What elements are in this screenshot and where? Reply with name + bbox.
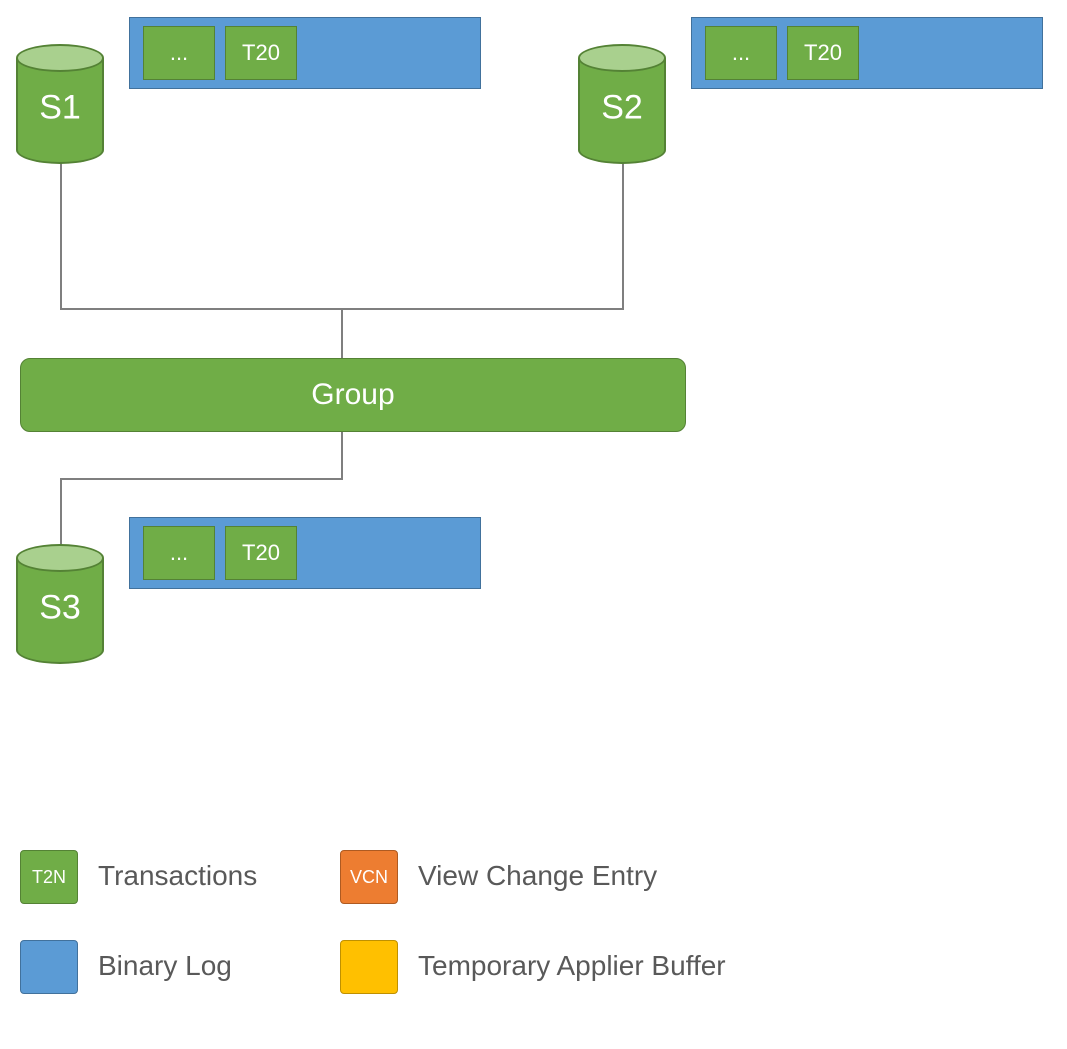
- legend-label-view-change: View Change Entry: [418, 860, 657, 892]
- tx-label: ...: [732, 40, 750, 66]
- legend-swatch-binary-log: [20, 940, 78, 994]
- connector: [60, 478, 62, 548]
- connector: [60, 160, 62, 310]
- legend-swatch-transactions: T2N: [20, 850, 78, 904]
- tx-label: T20: [804, 40, 842, 66]
- transaction-block: ...: [705, 26, 777, 80]
- transaction-block: ...: [143, 526, 215, 580]
- legend-label-applier-buffer: Temporary Applier Buffer: [418, 950, 726, 982]
- group-box: Group: [20, 358, 686, 432]
- transaction-block: T20: [225, 526, 297, 580]
- server-label: S2: [578, 88, 666, 127]
- tx-label: ...: [170, 540, 188, 566]
- connector: [341, 308, 343, 360]
- transaction-block: T20: [225, 26, 297, 80]
- connector: [341, 430, 343, 480]
- tx-label: T20: [242, 40, 280, 66]
- group-label: Group: [311, 378, 394, 412]
- diagram-stage: ... T20 S1 ... T20 S2 Group ... T20 S3 T…: [0, 0, 1067, 1049]
- legend-label-binary-log: Binary Log: [98, 950, 232, 982]
- server-s3: S3: [16, 544, 104, 664]
- legend-swatch-applier-buffer: [340, 940, 398, 994]
- legend-code: T2N: [32, 867, 66, 888]
- connector: [60, 478, 343, 480]
- tx-label: T20: [242, 540, 280, 566]
- legend-label-transactions: Transactions: [98, 860, 257, 892]
- transaction-block: ...: [143, 26, 215, 80]
- legend-code: VCN: [350, 867, 388, 888]
- server-s1: S1: [16, 44, 104, 164]
- server-s2: S2: [578, 44, 666, 164]
- legend-swatch-view-change: VCN: [340, 850, 398, 904]
- server-label: S3: [16, 588, 104, 627]
- tx-label: ...: [170, 40, 188, 66]
- transaction-block: T20: [787, 26, 859, 80]
- connector: [622, 160, 624, 310]
- server-label: S1: [16, 88, 104, 127]
